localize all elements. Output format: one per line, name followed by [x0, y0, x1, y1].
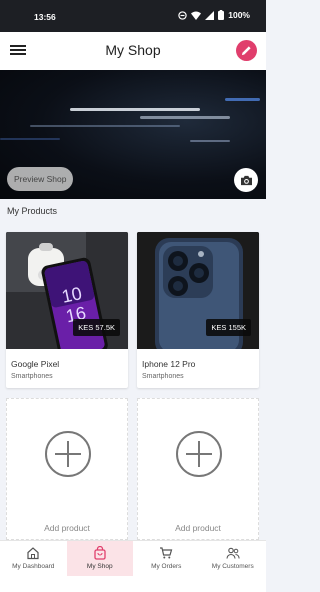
light-streak: [190, 140, 230, 142]
status-icons: 100%: [178, 10, 250, 20]
product-category: Smartphones: [142, 373, 184, 380]
add-product-card[interactable]: Add product: [137, 398, 259, 540]
camera-icon: [240, 175, 252, 185]
nav-label: My Shop: [86, 563, 113, 570]
nav-item-orders[interactable]: My Orders: [133, 541, 200, 576]
wifi-icon: [191, 11, 202, 20]
nav-item-shop[interactable]: My Shop: [66, 541, 133, 576]
battery-icon: [218, 10, 225, 20]
product-image: KES 155K: [137, 232, 259, 349]
plus-icon: [176, 431, 222, 477]
page-title: My Shop: [105, 42, 161, 58]
shop-banner: Preview Shop: [0, 70, 266, 199]
nav-label: My Customers: [211, 563, 254, 570]
price-tag: KES 57.5K: [73, 319, 120, 336]
product-name: Google Pixel: [11, 359, 60, 369]
product-card[interactable]: 10 16 KES 57.5K Google Pixel Smartphones: [6, 232, 128, 388]
product-image: 10 16 KES 57.5K: [6, 232, 128, 349]
status-bar: 13:56 100%: [0, 0, 266, 32]
preview-shop-button[interactable]: Preview Shop: [7, 167, 74, 191]
price-tag: KES 155K: [206, 319, 251, 336]
nav-label: My Orders: [151, 563, 182, 570]
section-title: My Products: [7, 206, 58, 216]
shopping-bag-icon: [94, 546, 106, 560]
light-streak: [225, 98, 260, 101]
do-not-disturb-icon: [178, 10, 187, 20]
light-streak: [0, 138, 60, 140]
plus-icon: [45, 431, 91, 477]
bottom-navigation: My Dashboard My Shop My Orders My Custom…: [0, 540, 266, 576]
change-banner-button[interactable]: [234, 168, 258, 192]
signal-icon: [205, 10, 215, 20]
light-streak: [140, 116, 230, 119]
product-card[interactable]: KES 155K Iphone 12 Pro Smartphones: [137, 232, 259, 388]
edit-shop-button[interactable]: [236, 40, 257, 61]
nav-item-dashboard[interactable]: My Dashboard: [0, 541, 67, 576]
light-streak: [30, 125, 180, 127]
product-category: Smartphones: [11, 373, 53, 380]
system-navigation-bar: [0, 576, 266, 592]
app-bar: My Shop: [0, 32, 266, 70]
pencil-icon: [241, 46, 251, 56]
product-name: Iphone 12 Pro: [142, 359, 196, 369]
light-streak: [70, 108, 200, 111]
cart-icon: [160, 547, 173, 559]
add-product-label: Add product: [175, 523, 221, 533]
nav-item-customers[interactable]: My Customers: [200, 541, 267, 576]
add-product-card[interactable]: Add product: [6, 398, 128, 540]
people-icon: [226, 547, 240, 559]
battery-percent: 100%: [228, 10, 250, 20]
add-product-label: Add product: [44, 523, 90, 533]
status-time: 13:56: [34, 12, 56, 22]
home-icon: [27, 547, 39, 560]
nav-label: My Dashboard: [12, 563, 55, 570]
